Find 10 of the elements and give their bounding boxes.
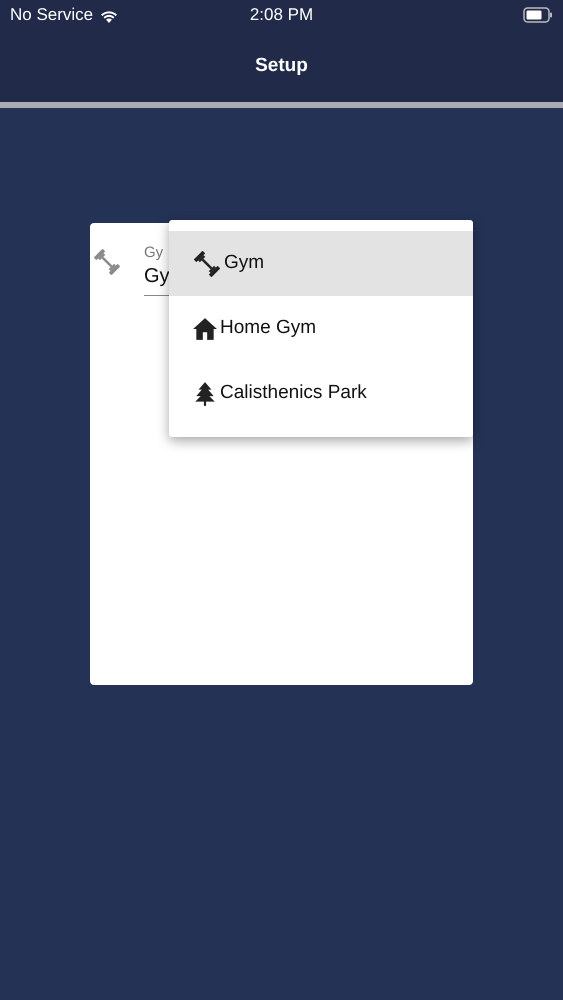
menu-item[interactable]: Calisthenics Park	[169, 361, 473, 426]
battery-icon	[523, 7, 553, 23]
dumbbell-icon	[192, 248, 222, 278]
dumbbell-icon	[92, 247, 122, 277]
carrier-text: No Service	[10, 4, 94, 26]
house-icon	[192, 316, 218, 342]
header-title: Setup	[255, 54, 308, 78]
menu-item[interactable]: Home Gym	[169, 296, 473, 361]
menu-item[interactable]: Gym	[169, 231, 473, 296]
clock-text: 2:08 PM	[250, 4, 314, 26]
